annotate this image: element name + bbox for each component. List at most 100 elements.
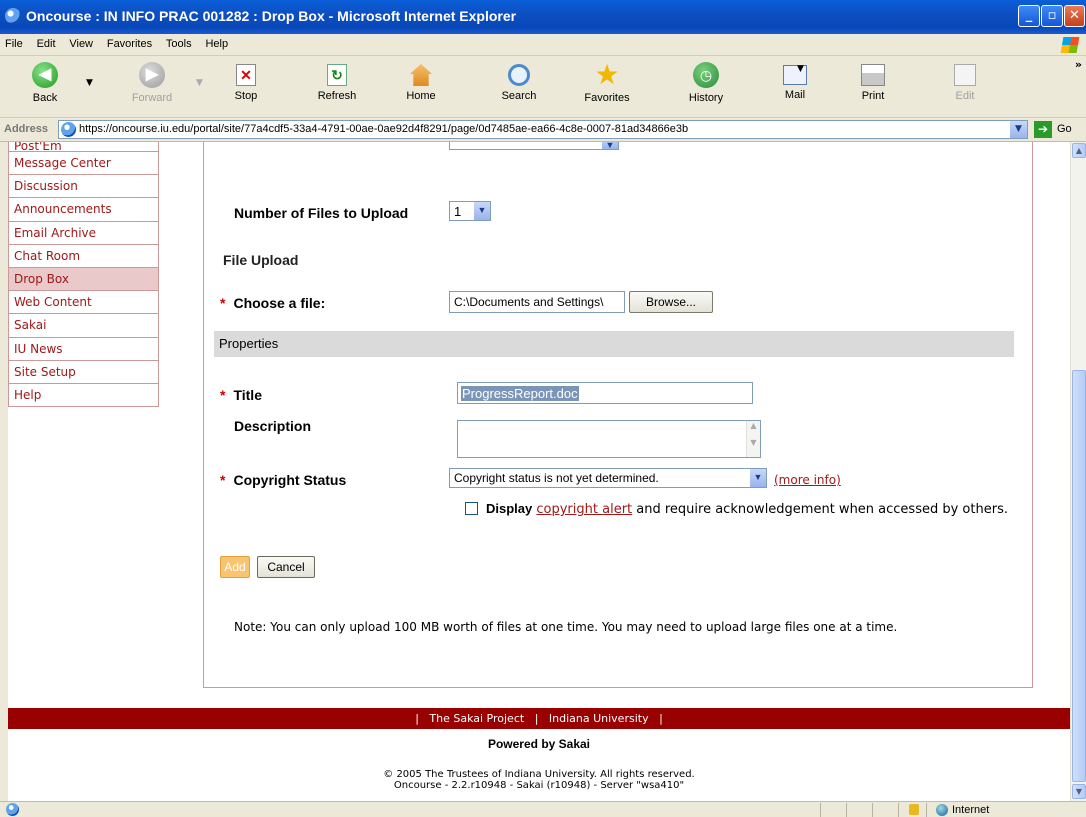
nav-item-iu-news[interactable]: IU News xyxy=(8,337,159,361)
page-icon xyxy=(61,122,76,137)
required-marker: * xyxy=(220,295,226,311)
favorites-button[interactable]: ★ Favorites xyxy=(572,61,642,105)
file-path-input[interactable]: C:\Documents and Settings\ xyxy=(449,291,625,313)
nav-item-postem[interactable]: Post'Em xyxy=(8,142,159,152)
globe-icon xyxy=(936,804,948,816)
num-files-select[interactable]: 1 ▼ xyxy=(449,201,491,221)
description-textarea[interactable]: ▲ ▼ xyxy=(457,420,761,458)
mail-button[interactable]: Mail xyxy=(760,62,830,101)
display-alert-suffix: and require acknowledgement when accesse… xyxy=(636,502,1008,517)
choose-file-label: * Choose a file: xyxy=(220,295,325,311)
address-input[interactable]: https://oncourse.iu.edu/portal/site/77a4… xyxy=(58,120,1028,139)
ie-icon xyxy=(5,8,21,24)
window-title: Oncourse : IN INFO PRAC 001282 : Drop Bo… xyxy=(26,8,517,24)
address-url[interactable]: https://oncourse.iu.edu/portal/site/77a4… xyxy=(79,123,688,135)
num-files-label: Number of Files to Upload xyxy=(234,205,409,221)
back-label: Back xyxy=(32,92,58,104)
history-button[interactable]: ◷ History xyxy=(671,62,741,104)
stop-button[interactable]: ✕ Stop xyxy=(211,62,281,102)
display-word: Display xyxy=(486,501,533,516)
home-icon xyxy=(410,64,432,86)
upload-form-panel: ▼ Number of Files to Upload 1 ▼ File Upl… xyxy=(203,142,1033,688)
required-marker: * xyxy=(220,387,226,403)
copyright-value: Copyright status is not yet determined. xyxy=(454,471,659,485)
nav-item-sakai[interactable]: Sakai xyxy=(8,314,159,338)
site-nav: Post'Em Message Center Discussion Announ… xyxy=(8,142,159,408)
page-scrollbar[interactable]: ▲ ▼ xyxy=(1070,142,1086,801)
nav-item-help[interactable]: Help xyxy=(8,383,159,408)
close-button[interactable]: ✕ xyxy=(1064,5,1085,27)
menu-tools[interactable]: Tools xyxy=(161,34,197,50)
toolbar-overflow-icon[interactable]: » xyxy=(1075,58,1082,71)
more-info-text[interactable]: (more info) xyxy=(774,473,841,487)
footer-sep: | xyxy=(648,712,663,725)
stop-icon: ✕ xyxy=(236,64,256,86)
copyright-alert-link[interactable]: copyright alert xyxy=(536,502,632,517)
history-icon: ◷ xyxy=(693,62,719,88)
window-title-bar[interactable]: Oncourse : IN INFO PRAC 001282 : Drop Bo… xyxy=(0,0,1086,34)
home-label: Home xyxy=(406,90,436,102)
forward-label: Forward xyxy=(131,92,173,104)
menu-file[interactable]: File xyxy=(0,34,28,50)
minimize-button[interactable]: _ xyxy=(1018,5,1040,27)
textarea-scrollbar[interactable]: ▲ ▼ xyxy=(746,421,760,457)
browse-button[interactable]: Browse... xyxy=(629,291,713,313)
upload-note: Note: You can only upload 100 MB worth o… xyxy=(234,620,898,634)
more-info-link[interactable]: (more info) xyxy=(774,473,841,487)
title-input[interactable]: ProgressReport.doc xyxy=(457,382,753,404)
nav-item-drop-box[interactable]: Drop Box xyxy=(8,267,159,292)
version-line: Oncourse - 2.2.r10948 - Sakai (r10948) -… xyxy=(393,780,685,791)
back-arrow-icon: ◀ xyxy=(32,62,58,88)
window-frame xyxy=(0,142,8,801)
refresh-label: Refresh xyxy=(317,90,357,102)
nav-item-email-archive[interactable]: Email Archive xyxy=(8,221,159,245)
favorites-label: Favorites xyxy=(584,92,630,104)
copyright-line: © 2005 The Trustees of Indiana Universit… xyxy=(383,769,695,780)
scroll-up-icon[interactable]: ▲ xyxy=(1072,143,1086,158)
nav-item-site-setup[interactable]: Site Setup xyxy=(8,360,159,384)
item-type-select[interactable]: ▼ xyxy=(449,142,619,150)
nav-item-chat-room[interactable]: Chat Room xyxy=(8,244,159,268)
footer-link-iu[interactable]: Indiana University xyxy=(549,712,649,725)
print-button[interactable]: Print xyxy=(838,62,908,102)
go-arrow-icon[interactable]: ➔ xyxy=(1034,121,1052,138)
refresh-button[interactable]: ↻ Refresh xyxy=(302,62,372,102)
go-button[interactable]: Go xyxy=(1057,123,1072,135)
maximize-button[interactable]: ▫ xyxy=(1041,5,1063,27)
num-files-value: 1 xyxy=(454,204,462,219)
cancel-button[interactable]: Cancel xyxy=(257,556,315,578)
chevron-down-icon: ▼ xyxy=(474,202,490,220)
chevron-down-icon: ▼ xyxy=(750,469,766,487)
back-button[interactable]: ◀ Back xyxy=(10,62,80,104)
nav-item-message-center[interactable]: Message Center xyxy=(8,152,159,176)
edit-button[interactable]: Edit xyxy=(930,62,1000,102)
search-button[interactable]: Search xyxy=(484,62,554,102)
forward-dropdown-icon[interactable]: ▼ xyxy=(196,78,203,88)
search-label: Search xyxy=(501,90,537,102)
file-upload-heading: File Upload xyxy=(223,252,299,268)
home-button[interactable]: Home xyxy=(386,62,456,102)
display-alert-checkbox[interactable] xyxy=(465,502,478,515)
address-dropdown-icon[interactable]: ▼ xyxy=(1010,121,1027,138)
forward-button[interactable]: ▶ Forward xyxy=(117,62,187,104)
browser-toolbar: ◀ Back ▼ ▶ Forward ▼ ✕ Stop ↻ Refresh Ho… xyxy=(0,56,1086,118)
scrollbar-thumb[interactable] xyxy=(1072,370,1086,782)
status-divider xyxy=(846,803,847,817)
add-button[interactable]: Add xyxy=(220,556,250,578)
footer-link-sakai[interactable]: The Sakai Project xyxy=(429,712,524,725)
menu-favorites[interactable]: Favorites xyxy=(102,34,157,50)
nav-item-discussion[interactable]: Discussion xyxy=(8,175,159,199)
menu-view[interactable]: View xyxy=(64,34,98,50)
back-dropdown-icon[interactable]: ▼ xyxy=(86,78,93,88)
powered-by: Powered by Sakai xyxy=(487,737,591,751)
printer-icon xyxy=(861,64,885,86)
menu-edit[interactable]: Edit xyxy=(32,34,61,50)
mail-dropdown-icon[interactable]: ▼ xyxy=(797,64,804,74)
copyright-select[interactable]: Copyright status is not yet determined. … xyxy=(449,468,767,488)
description-label: Description xyxy=(234,418,312,434)
menu-help[interactable]: Help xyxy=(200,34,233,50)
nav-item-web-content[interactable]: Web Content xyxy=(8,291,159,315)
scroll-down-icon[interactable]: ▼ xyxy=(1072,784,1086,799)
status-bar: Internet xyxy=(0,801,1086,817)
nav-item-announcements[interactable]: Announcements xyxy=(8,198,159,222)
